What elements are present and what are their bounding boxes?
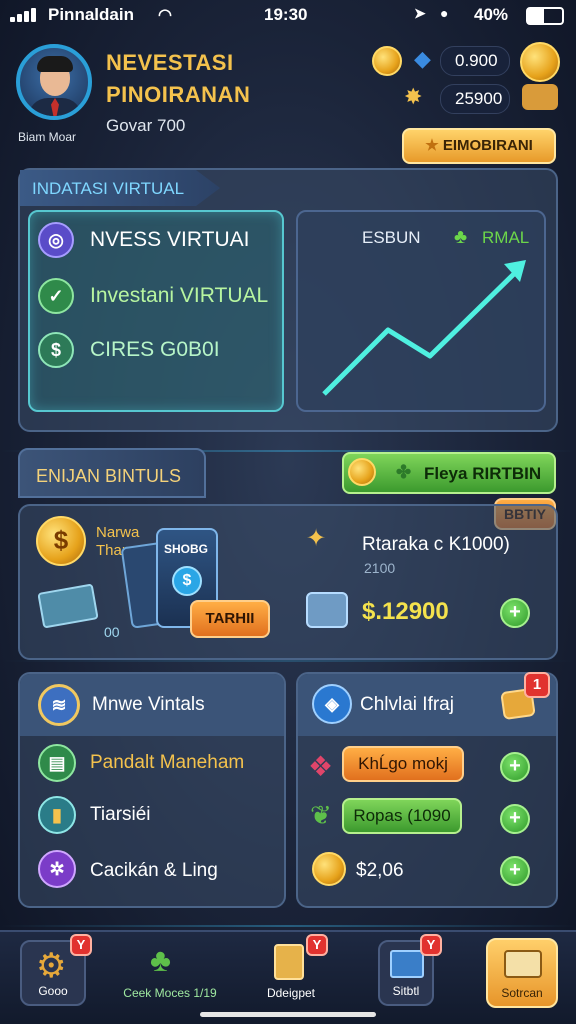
plant-icon: ♣	[150, 942, 171, 978]
gem-icon: ◆	[414, 46, 431, 71]
game-subtitle: Govar 700	[106, 116, 186, 135]
top-action-button[interactable]: ★ EIMOBIRANI	[402, 128, 556, 164]
nav-sitbtl-badge: Y	[420, 934, 442, 956]
add-amount-button[interactable]: +	[500, 856, 530, 886]
right-item-amount: $2,06	[356, 860, 404, 881]
left-item-tiarsiei[interactable]: ▮ Tiarsiéi	[30, 796, 280, 840]
bottle-icon: ▮	[38, 796, 76, 834]
clock: 19:30	[264, 5, 308, 24]
right-panel-title: Chlvlai Ifraj	[360, 694, 454, 715]
card-button[interactable]: TARHII	[190, 600, 270, 638]
right-item-ropas-button[interactable]: Ropas (1090	[342, 798, 462, 834]
crate-icon	[306, 592, 348, 628]
gems-icon: ❖	[308, 751, 334, 782]
scroll-icon	[274, 944, 304, 980]
dnd-icon: ●	[440, 5, 449, 21]
wifi-icon: ◠	[158, 7, 172, 24]
coin-stack-icon	[348, 458, 376, 486]
coins-icon: $	[38, 332, 74, 368]
battery-icon	[526, 7, 564, 25]
reward-title: Rtaraka c K1000)	[362, 534, 510, 555]
chest-icon[interactable]	[522, 84, 558, 110]
left-item-cacikan[interactable]: ✲ Cacikán & Ling	[30, 850, 280, 894]
leaf-icon: ❦	[310, 800, 332, 830]
nav-gooo-badge: Y	[70, 934, 92, 956]
nav-ceek-moces[interactable]: ♣ Ceek Moces 1/19	[118, 940, 222, 1006]
shield-icon: ◈	[312, 684, 352, 724]
gear-icon: ⚙	[36, 947, 67, 985]
option-cires-gobi[interactable]: $ CIRES G0B0I	[38, 330, 278, 370]
balance-pill-1: 0.900	[440, 46, 510, 76]
dollar-icon: $	[172, 566, 202, 596]
game-title-line2: PINOIRANAN	[106, 82, 251, 107]
document-icon: ▤	[38, 744, 76, 782]
trend-line	[322, 260, 526, 396]
gold-coin-icon	[372, 46, 402, 76]
star-icon: ★	[425, 137, 443, 154]
game-title-line1: NEVESTASI	[106, 50, 234, 75]
player-name: Biam Moar	[18, 130, 77, 144]
carrier-label: Pinnaldain	[48, 5, 134, 24]
player-avatar[interactable]	[16, 44, 92, 120]
virtual-tab: INDATASI VIRTUAL	[20, 170, 220, 206]
right-item-kingo-button[interactable]: KhĹgo mokj	[342, 746, 464, 782]
reward-add-button[interactable]: +	[500, 598, 530, 628]
sparkle-star-icon: ✦	[306, 525, 327, 552]
reward-value: $.12900	[362, 598, 449, 625]
bonus-tab: ENIJAN BINTULS	[18, 448, 206, 498]
battery-percent: 40%	[474, 5, 509, 24]
add-ropas-button[interactable]: +	[500, 804, 530, 834]
star-icon: ✸	[404, 84, 423, 109]
location-icon: ➤	[414, 5, 426, 21]
shop-coin-button[interactable]	[520, 42, 560, 82]
books-icon	[504, 950, 542, 978]
clover-icon: ✤	[396, 462, 412, 482]
home-indicator[interactable]	[200, 1012, 376, 1017]
nav-sotrcan[interactable]: Sotrcan	[486, 938, 558, 1008]
notification-badge: 1	[524, 672, 550, 698]
nav-ddeigpet-badge: Y	[306, 934, 328, 956]
add-kingo-button[interactable]: +	[500, 752, 530, 782]
signal-icon	[10, 8, 46, 22]
growth-chart: ESBUN ♣ RMAL	[296, 210, 546, 412]
card-small-value: 00	[104, 624, 120, 640]
card-text-1: Narwa	[96, 524, 140, 541]
layers-icon: ≋	[38, 684, 80, 726]
left-item-pandalt[interactable]: ▤ Pandalt Maneham	[30, 744, 280, 784]
mail-icon	[390, 950, 424, 978]
gear-icon: ✲	[38, 850, 76, 888]
left-panel-title: Mnwe Vintals	[92, 694, 205, 715]
option-nvess-virtual[interactable]: ◎ NVESS VIRTUAI	[38, 220, 278, 260]
dollar-coin-icon: $	[36, 516, 86, 566]
target-icon: ◎	[38, 222, 74, 258]
check-icon: ✓	[38, 278, 74, 314]
coin-stack-icon	[312, 852, 346, 886]
balance-pill-2: 25900	[440, 84, 510, 114]
status-bar: Pinnaldain ◠ 19:30 ➤ ● 40%	[0, 0, 576, 30]
play-button[interactable]: ✤ Fleya RIRTBIN	[342, 452, 556, 494]
option-investani-virtual[interactable]: ✓ Investani VIRTUAL	[38, 276, 278, 316]
reward-subvalue: 2100	[364, 560, 396, 576]
